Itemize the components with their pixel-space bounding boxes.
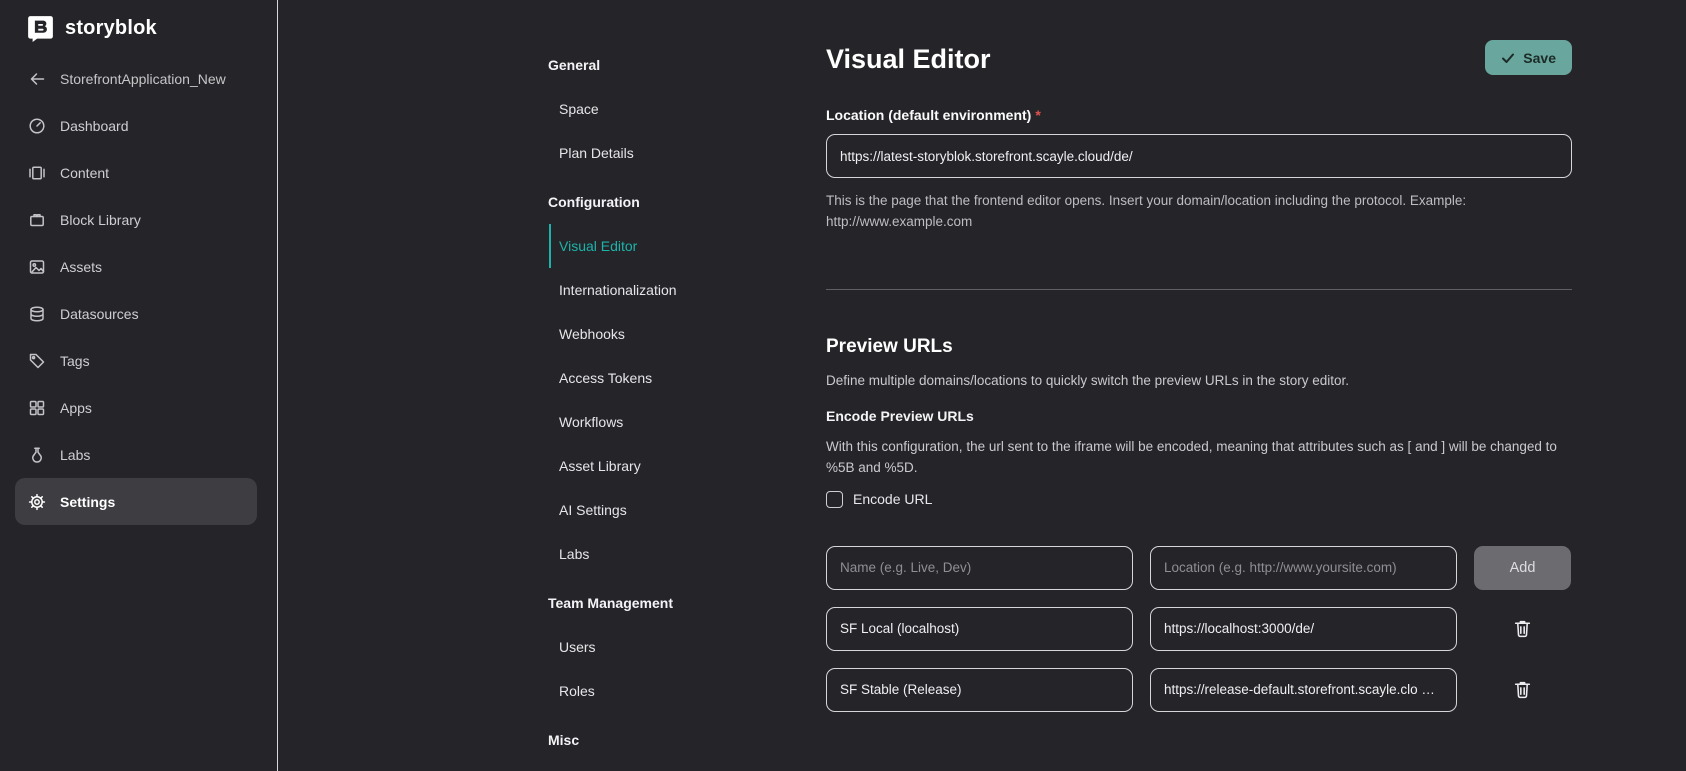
location-field-label-text: Location (default environment): [826, 107, 1031, 123]
sidebar-item-label: Settings: [60, 494, 115, 510]
preview-urls-list: Add: [826, 546, 1572, 712]
settings-nav: General Space Plan Details Configuration…: [548, 43, 768, 762]
settings-nav-item-plan-details[interactable]: Plan Details: [548, 131, 768, 175]
encode-url-checkbox[interactable]: [826, 491, 843, 508]
storyblok-logo-icon: [27, 15, 54, 42]
settings-nav-item-ai-settings[interactable]: AI Settings: [548, 488, 768, 532]
main-content: Visual Editor Save Location (default env…: [826, 0, 1572, 712]
sidebar-item-settings[interactable]: Settings: [15, 478, 257, 525]
image-icon: [28, 258, 46, 276]
location-help-text: This is the page that the frontend edito…: [826, 191, 1572, 233]
preview-urls-description: Define multiple domains/locations to qui…: [826, 371, 1572, 392]
preview-urls-title: Preview URLs: [826, 336, 1572, 358]
preview-name-input[interactable]: [826, 668, 1133, 712]
database-icon: [28, 305, 46, 323]
settings-nav-section-misc: Misc: [548, 718, 768, 762]
sidebar-item-label: Datasources: [60, 306, 139, 322]
sidebar-item-label: Content: [60, 165, 109, 181]
save-button[interactable]: Save: [1485, 40, 1572, 75]
delete-preview-url-button[interactable]: [1474, 607, 1571, 651]
grid-icon: [28, 399, 46, 417]
app-root: storyblok StorefrontApplication_New Dash…: [0, 0, 1686, 771]
page-title: Visual Editor: [826, 44, 1572, 75]
new-preview-name-input[interactable]: [826, 546, 1133, 590]
settings-nav-item-access-tokens[interactable]: Access Tokens: [548, 356, 768, 400]
sidebar-item-assets[interactable]: Assets: [15, 243, 257, 290]
sidebar-item-label: Apps: [60, 400, 92, 416]
encode-preview-urls-description: With this configuration, the url sent to…: [826, 437, 1572, 479]
storyblok-logo-text: storyblok: [65, 17, 157, 40]
checkmark-icon: [1501, 51, 1515, 65]
preview-name-input[interactable]: [826, 607, 1133, 651]
brick-icon: [28, 211, 46, 229]
sidebar-item-label: Tags: [60, 353, 90, 369]
current-space-name: StorefrontApplication_New: [60, 71, 226, 87]
sidebar-item-label: Dashboard: [60, 118, 129, 134]
content-panels-icon: [28, 164, 46, 182]
sidebar-item-block-library[interactable]: Block Library: [15, 196, 257, 243]
section-divider: [826, 289, 1572, 290]
sidebar-item-content[interactable]: Content: [15, 149, 257, 196]
settings-nav-item-asset-library[interactable]: Asset Library: [548, 444, 768, 488]
sidebar-item-labs[interactable]: Labs: [15, 431, 257, 478]
save-button-label: Save: [1523, 50, 1556, 66]
settings-nav-item-space[interactable]: Space: [548, 87, 768, 131]
preview-location-input[interactable]: [1150, 668, 1457, 712]
delete-preview-url-button[interactable]: [1474, 668, 1571, 712]
trash-icon: [1512, 618, 1533, 639]
settings-nav-item-workflows[interactable]: Workflows: [548, 400, 768, 444]
encode-url-checkbox-row[interactable]: Encode URL: [826, 491, 932, 508]
location-default-input[interactable]: [826, 134, 1572, 178]
settings-nav-item-users[interactable]: Users: [548, 625, 768, 669]
gear-icon: [28, 493, 46, 511]
sidebar: storyblok StorefrontApplication_New Dash…: [0, 0, 278, 771]
sidebar-menu: StorefrontApplication_New Dashboard Cont…: [0, 55, 277, 525]
flask-icon: [28, 446, 46, 464]
add-preview-url-button[interactable]: Add: [1474, 546, 1571, 590]
settings-nav-item-webhooks[interactable]: Webhooks: [548, 312, 768, 356]
sidebar-item-datasources[interactable]: Datasources: [15, 290, 257, 337]
preview-location-input[interactable]: [1150, 607, 1457, 651]
settings-nav-item-labs[interactable]: Labs: [548, 532, 768, 576]
new-preview-location-input[interactable]: [1150, 546, 1457, 590]
sidebar-item-apps[interactable]: Apps: [15, 384, 257, 431]
gauge-icon: [28, 117, 46, 135]
settings-nav-item-roles[interactable]: Roles: [548, 669, 768, 713]
sidebar-item-tags[interactable]: Tags: [15, 337, 257, 384]
settings-nav-section-configuration: Configuration: [548, 180, 768, 224]
required-asterisk: *: [1035, 107, 1040, 123]
encode-url-checkbox-label: Encode URL: [853, 491, 932, 507]
settings-nav-item-internationalization[interactable]: Internationalization: [548, 268, 768, 312]
storyblok-logo[interactable]: storyblok: [0, 0, 277, 42]
location-field-label: Location (default environment)*: [826, 107, 1572, 123]
sidebar-item-label: Block Library: [60, 212, 141, 228]
settings-nav-section-general: General: [548, 43, 768, 87]
encode-preview-urls-title: Encode Preview URLs: [826, 408, 1572, 424]
tag-icon: [28, 352, 46, 370]
sidebar-back-to-spaces[interactable]: StorefrontApplication_New: [15, 55, 257, 102]
sidebar-item-dashboard[interactable]: Dashboard: [15, 102, 257, 149]
settings-nav-section-team-management: Team Management: [548, 581, 768, 625]
settings-nav-item-visual-editor[interactable]: Visual Editor: [549, 224, 768, 268]
back-arrow-icon: [28, 70, 46, 88]
trash-icon: [1512, 679, 1533, 700]
sidebar-item-label: Assets: [60, 259, 102, 275]
sidebar-item-label: Labs: [60, 447, 90, 463]
